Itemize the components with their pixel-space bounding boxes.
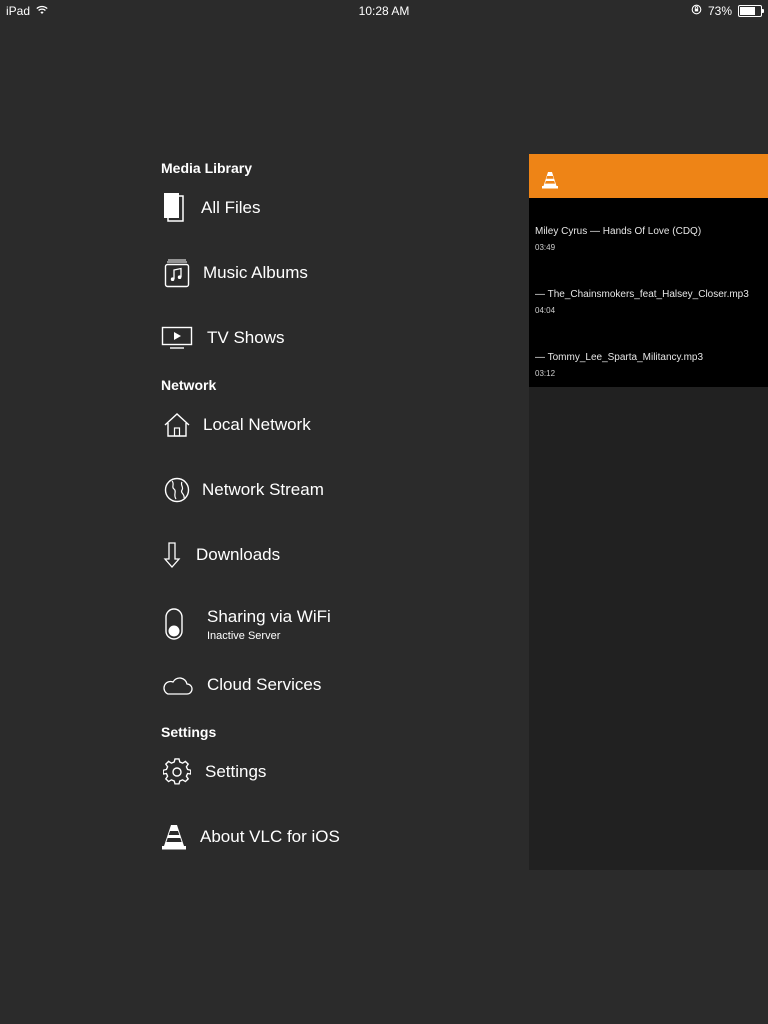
menu-item-label: Local Network [203,415,311,434]
orientation-lock-icon [691,4,702,18]
globe-icon [161,474,193,506]
house-icon [161,409,193,441]
track-duration: 04:04 [535,306,556,315]
main-content-panel[interactable]: Miley Cyrus — Hands Of Love (CDQ) 03:49 … [529,154,768,870]
music-album-icon [161,257,193,289]
gear-icon [161,756,193,788]
track-title: — The_Chainsmokers_feat_Halsey_Closer.mp… [535,289,749,300]
status-right: 73% [691,4,764,18]
vlc-cone-icon[interactable] [542,171,558,189]
app-window: iPad 10:28 AM 73% Media Library All File… [0,0,768,1024]
track-title: — Tommy_Lee_Sparta_Militancy.mp3 [535,352,704,363]
menu-item-cloud-services[interactable]: Cloud Services [161,665,321,705]
menu-item-local-network[interactable]: Local Network [161,405,311,445]
navigation-bar [529,154,768,198]
track-duration: 03:49 [535,243,556,252]
menu-item-label: All Files [201,198,261,217]
section-header-settings: Settings [161,724,217,740]
section-header-network: Network [161,377,217,393]
sharing-text: Sharing via WiFi Inactive Server [207,607,331,642]
menu-item-label: Music Albums [203,263,308,282]
list-item[interactable]: — The_Chainsmokers_feat_Halsey_Closer.mp… [535,289,768,315]
status-time: 10:28 AM [358,4,410,18]
tv-icon [161,322,193,354]
menu-item-tv-shows[interactable]: TV Shows [161,318,284,358]
menu-item-label: About VLC for iOS [200,827,340,846]
status-bar: iPad 10:28 AM 73% [0,0,768,22]
download-arrow-icon [161,539,183,571]
menu-item-music-albums[interactable]: Music Albums [161,253,308,293]
track-title: Miley Cyrus — Hands Of Love (CDQ) [535,226,702,237]
menu-item-downloads[interactable]: Downloads [161,535,280,575]
list-item[interactable]: Miley Cyrus — Hands Of Love (CDQ) 03:49 [535,226,768,252]
menu-item-settings[interactable]: Settings [161,752,266,792]
menu-item-network-stream[interactable]: Network Stream [161,470,324,510]
menu-item-label: Network Stream [202,480,324,499]
vlc-cone-icon [161,821,187,853]
menu-item-sharing-via-wifi[interactable]: Sharing via WiFi Inactive Server [161,600,331,648]
file-icon [161,192,187,224]
menu-item-label: TV Shows [207,328,285,347]
server-status: Inactive Server [207,629,281,642]
track-duration: 03:12 [535,369,556,378]
menu-item-all-files[interactable]: All Files [161,188,261,228]
menu-item-label: Settings [205,762,267,781]
cloud-icon [161,669,193,701]
battery-percent: 73% [707,4,732,18]
menu-item-label: Cloud Services [207,675,322,694]
menu-item-label: Sharing via WiFi [207,606,331,626]
list-item[interactable]: — Tommy_Lee_Sparta_Militancy.mp3 03:12 [535,352,768,378]
toggle-icon [161,608,187,640]
battery-icon [738,5,764,17]
menu-item-about-vlc[interactable]: About VLC for iOS [161,817,340,857]
battery-fill [740,7,755,15]
media-list: Miley Cyrus — Hands Of Love (CDQ) 03:49 … [529,198,768,387]
menu-item-label: Downloads [196,545,281,564]
section-header-media-library: Media Library [161,160,253,176]
